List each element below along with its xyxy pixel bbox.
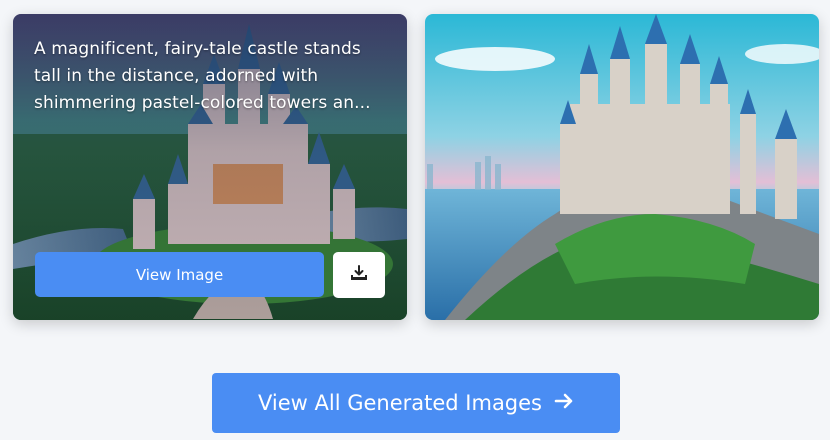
download-button[interactable] (333, 252, 385, 298)
view-all-label: View All Generated Images (257, 391, 542, 415)
arrow-right-icon (554, 392, 574, 415)
download-icon (350, 264, 368, 287)
view-all-generated-images-button[interactable]: View All Generated Images (212, 373, 620, 433)
castle-cliff-image (425, 14, 819, 320)
image-card-2[interactable] (425, 14, 819, 320)
view-image-button[interactable]: View Image (35, 252, 324, 297)
prompt-text: A magnificent, fairy-tale castle stands … (34, 39, 371, 113)
image-card-1: A magnificent, fairy-tale castle stands … (13, 14, 407, 320)
